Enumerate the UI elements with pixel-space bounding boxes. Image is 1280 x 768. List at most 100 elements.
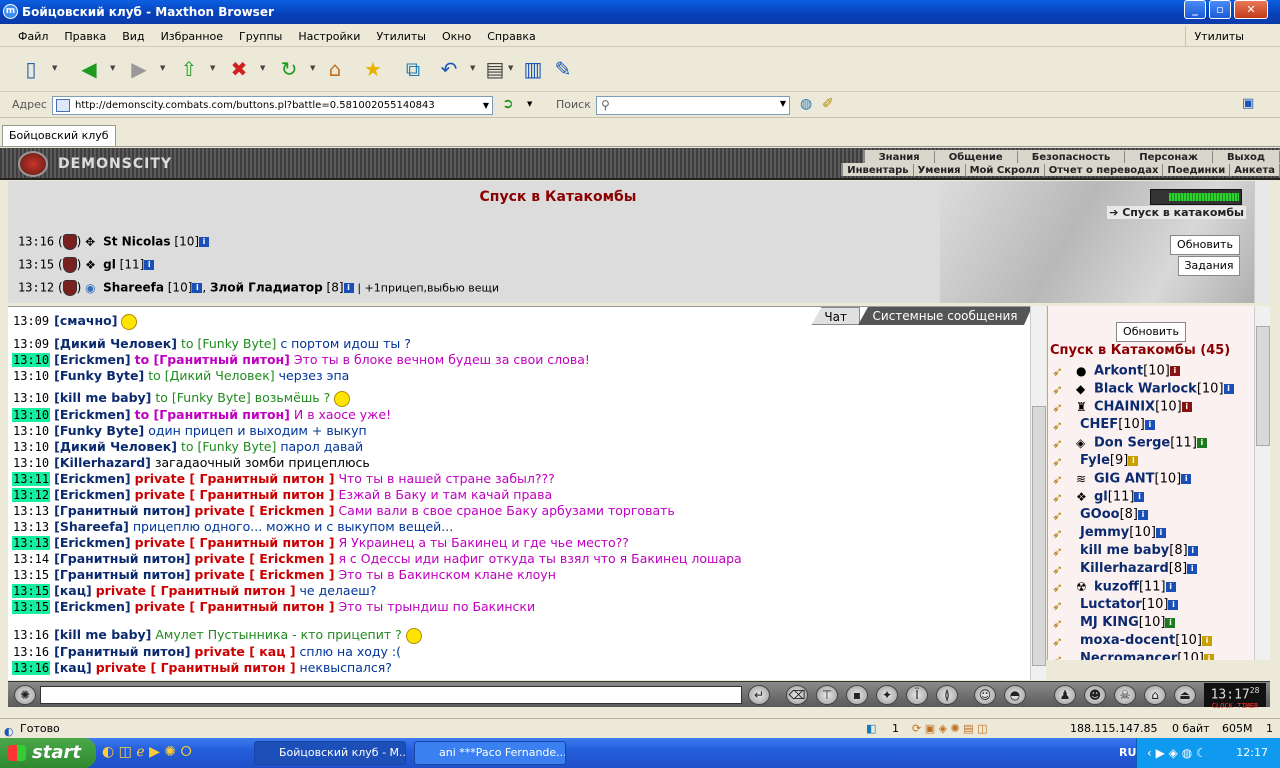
chat-nick[interactable]: [Дикий Человек]: [54, 336, 177, 351]
menu-file[interactable]: Файл: [10, 26, 56, 47]
info-icon[interactable]: i: [1201, 635, 1212, 646]
info-icon[interactable]: i: [1181, 474, 1192, 484]
chat-nick[interactable]: [Erickmen]: [54, 599, 131, 614]
start-button[interactable]: start: [0, 738, 96, 768]
chat-target[interactable]: to [Funky Byte]: [181, 439, 276, 454]
chat-target[interactable]: private [ Гранитный питон ]: [96, 583, 296, 598]
chat-nick[interactable]: [Erickmen]: [54, 407, 131, 422]
user-list-item[interactable]: ➶ Luctator[10] i: [1052, 596, 1179, 614]
groups-icon[interactable]: ▤: [480, 54, 510, 84]
chevron-down-icon[interactable]: ▼: [527, 100, 532, 108]
mask-icon[interactable]: ☻: [1084, 685, 1106, 705]
chat-nick[interactable]: [Erickmen]: [54, 471, 131, 486]
back-icon[interactable]: ◀: [74, 54, 104, 84]
user-name[interactable]: GOoo: [1080, 507, 1120, 522]
bag-icon[interactable]: ♟: [1054, 685, 1076, 705]
tray-icons[interactable]: ‹ ▶ ◈ ◍ ☾: [1147, 738, 1207, 768]
user-name[interactable]: kuzoff: [1094, 580, 1139, 595]
info-icon[interactable]: i: [1196, 438, 1207, 448]
chat-nick[interactable]: [Shareefa]: [54, 519, 129, 534]
info-icon[interactable]: i: [1203, 653, 1214, 660]
info-icon[interactable]: i: [1134, 492, 1145, 502]
new-page-icon[interactable]: ▯: [16, 54, 46, 84]
favorites-star-icon[interactable]: ★: [358, 54, 388, 84]
info-icon[interactable]: i: [1187, 545, 1198, 556]
info-icon[interactable]: i: [1165, 617, 1176, 628]
nav-skills[interactable]: Умения: [914, 164, 966, 177]
up-icon[interactable]: ⇧: [174, 54, 204, 84]
refresh-icon[interactable]: ↻: [274, 54, 304, 84]
user-name[interactable]: CHAINIX: [1094, 400, 1155, 415]
join-arrow-icon[interactable]: ➶: [1052, 364, 1076, 380]
info-icon[interactable]: i: [1165, 582, 1176, 592]
chat-scrollbar[interactable]: [1030, 306, 1046, 680]
utilities-button[interactable]: Утилиты: [1185, 26, 1252, 47]
chat-target[interactable]: to [Funky Byte]: [155, 390, 250, 405]
user-list-item[interactable]: ➶ ☢ kuzoff[11] i: [1052, 578, 1176, 596]
info-icon[interactable]: i: [1187, 563, 1198, 574]
user-name[interactable]: Don Serge: [1094, 436, 1170, 451]
chat-nick[interactable]: [Erickmen]: [54, 352, 131, 367]
join-arrow-icon[interactable]: ➶: [1052, 526, 1076, 542]
chat-target[interactable]: to [Funky Byte]: [181, 336, 276, 351]
user-list-item[interactable]: ➶ Fyle[9] i: [1052, 452, 1139, 470]
users-refresh-button[interactable]: Обновить: [1116, 322, 1186, 342]
chat-nick[interactable]: [Killerhazard]: [54, 455, 151, 470]
menu-window[interactable]: Окно: [434, 26, 479, 47]
info-icon[interactable]: i: [144, 260, 155, 270]
translit-icon[interactable]: Ї: [906, 685, 928, 705]
user-name[interactable]: Killerhazard: [1080, 561, 1169, 576]
join-arrow-icon[interactable]: ➶: [1052, 652, 1076, 661]
close-button[interactable]: ✕: [1234, 0, 1268, 19]
user-name[interactable]: Fyle: [1080, 453, 1110, 468]
user-list-item[interactable]: ➶ CHEF[10] i: [1052, 416, 1155, 434]
menu-edit[interactable]: Правка: [56, 26, 114, 47]
user-name[interactable]: Jemmy: [1080, 525, 1129, 540]
tools-icons[interactable]: ⟳ ▣ ◈ ✺ ▤ ◫: [912, 719, 988, 738]
user-list-item[interactable]: ➶ Necromancer[10] i: [1052, 650, 1214, 660]
info-icon[interactable]: i: [192, 283, 203, 293]
user-name[interactable]: Necromancer: [1080, 651, 1177, 660]
user-list-item[interactable]: ➶ Killerhazard[8] i: [1052, 560, 1198, 578]
undo-icon[interactable]: ↶: [434, 54, 464, 84]
chat-target[interactable]: to [Гранитный питон]: [135, 407, 290, 422]
info-icon[interactable]: i: [343, 283, 354, 293]
user-name[interactable]: MJ KING: [1080, 615, 1139, 630]
join-arrow-icon[interactable]: ➶: [1052, 454, 1076, 470]
user-list-item[interactable]: ➶ Jemmy[10] i: [1052, 524, 1166, 542]
join-arrow-icon[interactable]: ➶: [1052, 634, 1076, 650]
maximize-button[interactable]: ▫: [1209, 0, 1231, 19]
chat-nick[interactable]: [kill me baby]: [54, 627, 151, 642]
join-arrow-icon[interactable]: ➶: [1052, 418, 1076, 434]
user-list-item[interactable]: ➶ kill me baby[8] i: [1052, 542, 1198, 560]
filter-icon[interactable]: ⊤: [816, 685, 838, 705]
chat-nick[interactable]: [Erickmen]: [54, 535, 131, 550]
chat-target[interactable]: private [ Гранитный питон ]: [135, 471, 335, 486]
user-list-item[interactable]: ➶ ◆ Black Warlock[10] i: [1052, 380, 1234, 398]
open-window-icon[interactable]: ⧉: [398, 54, 428, 84]
info-icon[interactable]: i: [1223, 384, 1234, 394]
join-arrow-icon[interactable]: ➶: [1052, 400, 1076, 416]
chat-target[interactable]: private [ Гранитный питон ]: [135, 535, 335, 550]
user-name[interactable]: kill me baby: [1080, 543, 1169, 558]
chat-nick[interactable]: [Дикий Человек]: [54, 439, 177, 454]
chat-input[interactable]: [40, 686, 742, 704]
chat-target[interactable]: private [ Гранитный питон ]: [96, 660, 296, 675]
user-name[interactable]: Black Warlock: [1094, 382, 1197, 397]
address-input[interactable]: http://demonscity.combats.com/buttons.pl…: [52, 96, 493, 115]
stop-icon[interactable]: ✖: [224, 54, 254, 84]
menu-settings[interactable]: Настройки: [290, 26, 368, 47]
popup-icon[interactable]: ◧: [866, 719, 876, 738]
user-name[interactable]: gl: [1094, 490, 1108, 505]
menu-tools[interactable]: Утилиты: [368, 26, 434, 47]
menu-help[interactable]: Справка: [479, 26, 543, 47]
chat-target[interactable]: private [ Гранитный питон ]: [135, 599, 335, 614]
user-name[interactable]: moxa-docent: [1080, 633, 1175, 648]
join-arrow-icon[interactable]: ➶: [1052, 616, 1076, 632]
menu-view[interactable]: Вид: [114, 26, 152, 47]
chat-target[interactable]: private [ кац ]: [194, 644, 295, 659]
skull-icon[interactable]: ☠: [1114, 685, 1136, 705]
info-icon[interactable]: i: [1128, 455, 1139, 466]
user-list-scrollbar[interactable]: [1254, 306, 1270, 660]
user-list-item[interactable]: ➶ ◈ Don Serge[11] i: [1052, 434, 1207, 452]
